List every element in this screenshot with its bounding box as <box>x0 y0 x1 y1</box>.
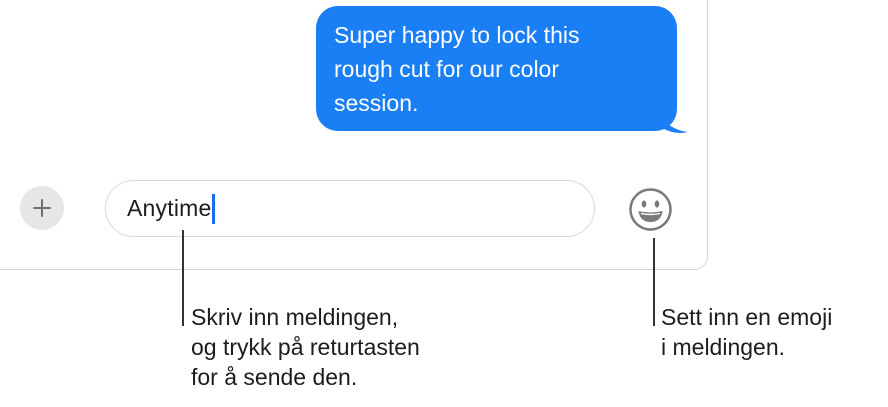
sent-message-line: Super happy to lock this <box>334 22 580 48</box>
bubble-body: Super happy to lock this rough cut for o… <box>316 6 677 131</box>
callout-line-text: for å sende den. <box>191 364 358 390</box>
callout-line-text: i meldingen. <box>661 334 786 360</box>
message-field-callout: Skriv inn meldingen, og trykk på returta… <box>191 302 420 392</box>
callout-line-text: og trykk på returtasten <box>191 334 420 360</box>
message-input-field[interactable]: Anytime <box>105 180 595 237</box>
text-caret <box>212 193 216 224</box>
sent-message-line: session. <box>334 90 419 116</box>
plus-icon <box>33 199 51 217</box>
message-field-callout-line <box>182 230 184 326</box>
callout-line-text: Skriv inn meldingen, <box>191 304 399 330</box>
sent-message-line: rough cut for our color <box>334 56 560 82</box>
message-input-text: Anytime <box>127 195 212 221</box>
callout-line-text: Sett inn en emoji <box>661 304 833 330</box>
add-attachment-button[interactable] <box>20 186 64 230</box>
sent-message-bubble[interactable]: Super happy to lock this rough cut for o… <box>316 6 688 136</box>
sent-message-text: Super happy to lock this rough cut for o… <box>334 18 661 120</box>
emoji-callout-line <box>653 238 655 326</box>
smiley-face-icon <box>629 188 672 231</box>
emoji-callout: Sett inn en emoji i meldingen. <box>661 302 832 362</box>
emoji-button[interactable] <box>628 187 673 232</box>
